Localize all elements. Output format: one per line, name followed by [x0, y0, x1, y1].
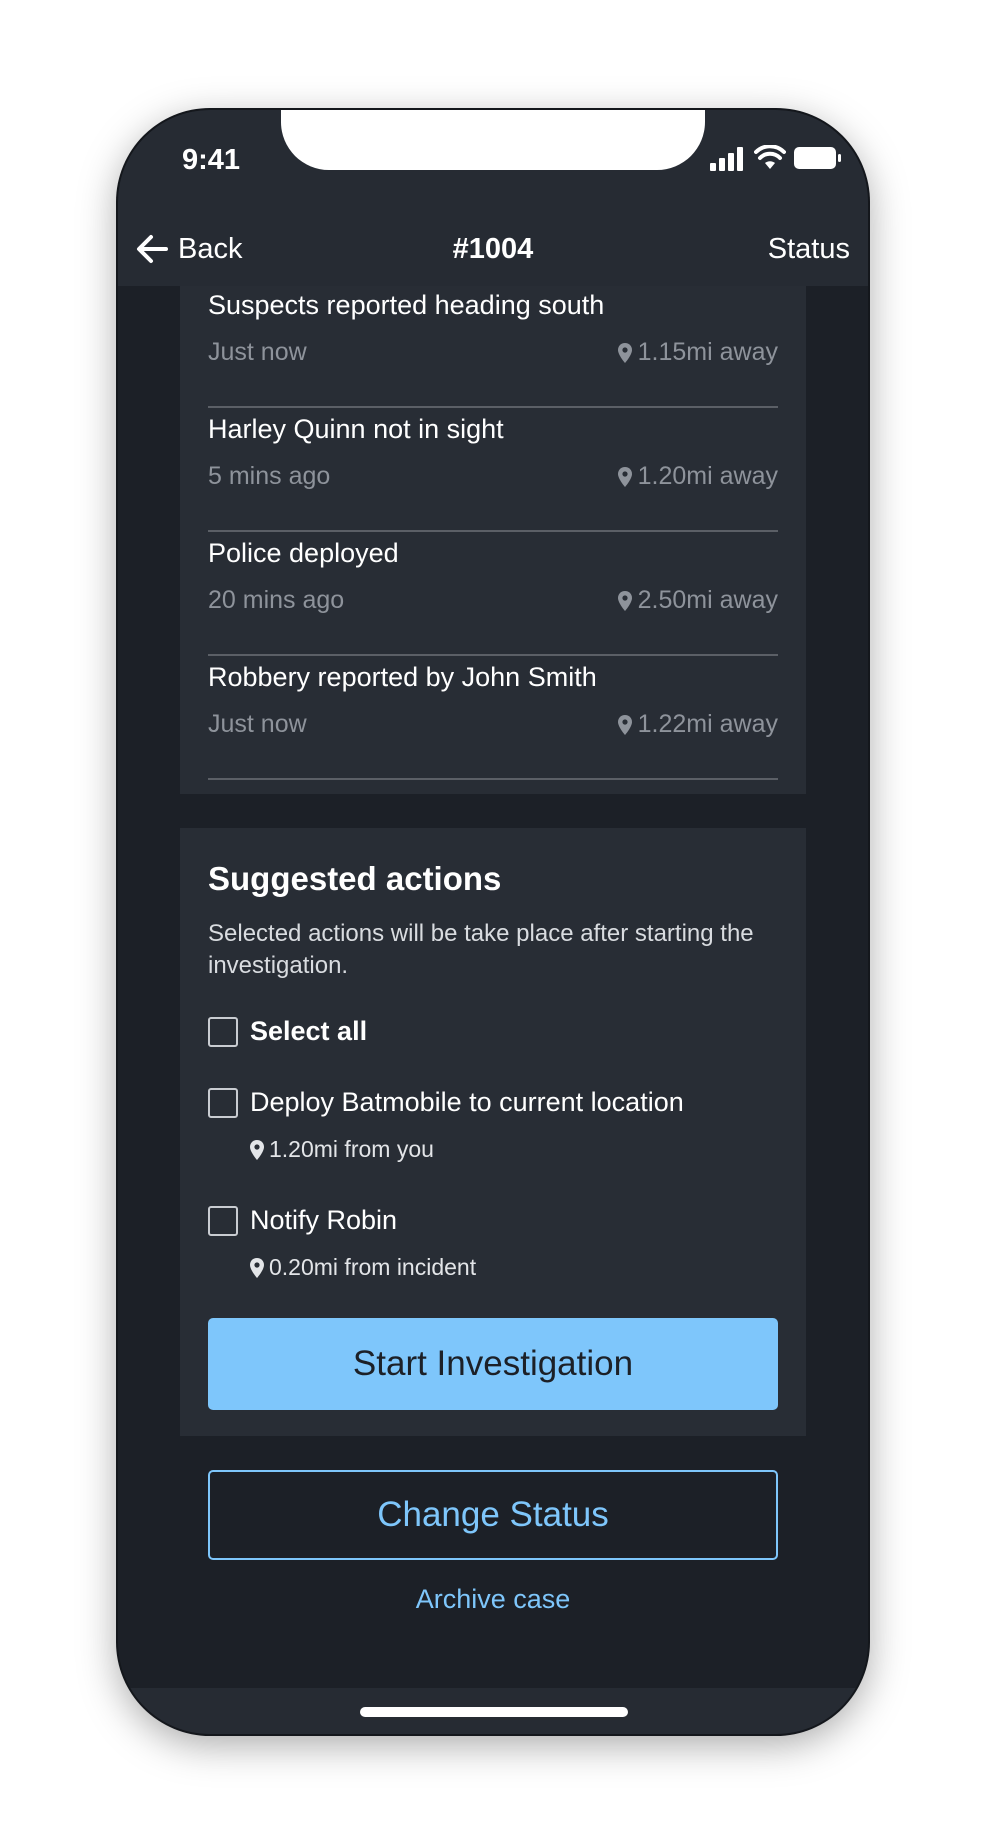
event-time: 20 mins ago: [208, 586, 345, 614]
event-title: Suspects reported heading south: [208, 290, 605, 320]
suggested-actions-card: Suggested actions Selected actions will …: [180, 828, 806, 1436]
archive-case-link[interactable]: Archive case: [118, 1584, 868, 1615]
status-icons: [710, 143, 841, 173]
wifi-icon: [754, 145, 786, 169]
event-title: Harley Quinn not in sight: [208, 414, 504, 444]
list-item[interactable]: Suspects reported heading south Just now…: [208, 282, 778, 408]
action-row-batmobile[interactable]: Deploy Batmobile to current location: [208, 1087, 684, 1118]
list-item[interactable]: Police deployed 20 mins ago 2.50mi away: [208, 530, 778, 656]
event-distance: 1.20mi away: [617, 462, 778, 491]
event-title: Police deployed: [208, 538, 399, 568]
events-card: Suspects reported heading south Just now…: [180, 286, 806, 794]
select-all-row[interactable]: Select all: [208, 1016, 367, 1047]
back-label: Back: [178, 232, 243, 265]
list-item[interactable]: Harley Quinn not in sight 5 mins ago 1.2…: [208, 406, 778, 532]
battery-icon: [794, 147, 841, 169]
event-distance: 2.50mi away: [617, 586, 778, 615]
event-time: 5 mins ago: [208, 462, 331, 490]
list-item[interactable]: Robbery reported by John Smith Just now …: [208, 654, 778, 780]
event-time: Just now: [208, 338, 307, 366]
event-distance: 1.15mi away: [617, 338, 778, 367]
select-all-checkbox[interactable]: [208, 1016, 238, 1047]
location-pin-icon: [250, 1139, 264, 1160]
location-pin-icon: [617, 590, 632, 611]
status-button[interactable]: Status: [768, 224, 850, 274]
action-checkbox[interactable]: [208, 1205, 238, 1236]
event-title: Robbery reported by John Smith: [208, 662, 597, 692]
action-label: Deploy Batmobile to current location: [250, 1087, 684, 1117]
location-pin-icon: [617, 342, 632, 363]
notch: [281, 110, 705, 170]
action-info: 0.20mi from incident: [250, 1254, 476, 1281]
home-indicator[interactable]: [360, 1707, 628, 1717]
phone-frame: 9:41 Back #1004 Status Suspects reported…: [118, 110, 868, 1734]
status-time: 9:41: [182, 144, 241, 176]
back-arrow-icon: [137, 235, 168, 263]
action-label: Notify Robin: [250, 1205, 398, 1235]
section-title: Suggested actions: [208, 860, 502, 897]
action-row-robin[interactable]: Notify Robin: [208, 1205, 397, 1236]
content: Suspects reported heading south Just now…: [118, 286, 868, 1686]
select-all-label: Select all: [250, 1016, 368, 1046]
section-description: Selected actions will be take place afte…: [208, 920, 754, 979]
location-pin-icon: [250, 1257, 264, 1278]
back-button[interactable]: Back: [136, 224, 242, 274]
event-distance: 1.22mi away: [617, 710, 778, 739]
location-pin-icon: [617, 466, 632, 487]
location-pin-icon: [617, 714, 632, 735]
action-info: 1.20mi from you: [250, 1136, 434, 1163]
start-investigation-button[interactable]: Start Investigation: [208, 1318, 778, 1410]
change-status-button[interactable]: Change Status: [208, 1470, 778, 1560]
signal-icon: [710, 147, 743, 171]
action-checkbox[interactable]: [208, 1087, 238, 1118]
event-time: Just now: [208, 710, 307, 738]
